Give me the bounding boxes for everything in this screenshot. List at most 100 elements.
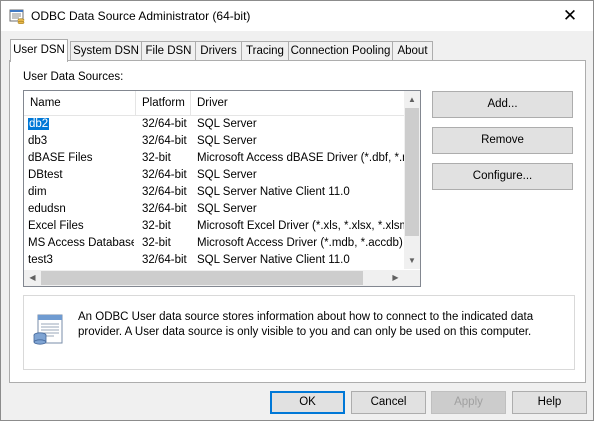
configure-button[interactable]: Configure... — [432, 163, 573, 190]
list-cell-text: SQL Server — [197, 203, 257, 215]
list-cell-driver: Microsoft Excel Driver (*.xls, *.xlsx, *… — [197, 218, 404, 235]
tab-drivers[interactable]: Drivers — [195, 41, 242, 61]
list-cell-name: db2 — [28, 116, 134, 133]
odbc-app-icon — [9, 9, 25, 24]
list-cell-text: edudsn — [28, 203, 66, 215]
list-cell-platform: 32/64-bit — [142, 201, 194, 218]
list-cell-name: edudsn — [28, 201, 134, 218]
tab-connection-pooling[interactable]: Connection Pooling — [288, 41, 393, 61]
list-rows: db2 32/64-bit SQL Server db3 32/64-bit SQL Se… — [24, 116, 404, 271]
list-cell-platform: 32-bit — [142, 235, 194, 252]
list-cell-platform: 32-bit — [142, 218, 194, 235]
scroll-up-arrow-icon[interactable]: ▲ — [404, 91, 420, 108]
tab-user-dsn[interactable]: User DSN — [10, 39, 68, 62]
list-cell-driver: SQL Server Native Client 11.0 — [197, 184, 404, 201]
list-cell-driver: SQL Server — [197, 133, 404, 150]
list-cell-text: dim — [28, 186, 47, 198]
window-title: ODBC Data Source Administrator (64-bit) — [31, 9, 251, 23]
list-cell-driver: Microsoft Access dBASE Driver (*.dbf, *.… — [197, 150, 404, 167]
list-item[interactable]: DBtest 32/64-bit SQL Server — [24, 167, 404, 184]
column-header-name[interactable]: Name — [24, 91, 136, 115]
list-item[interactable]: dBASE Files 32-bit Microsoft Access dBASE … — [24, 150, 404, 167]
list-cell-name: Excel Files — [28, 218, 134, 235]
list-cell-platform: 32/64-bit — [142, 116, 194, 133]
list-cell-platform: 32-bit — [142, 150, 194, 167]
list-cell-platform: 32/64-bit — [142, 252, 194, 269]
apply-button[interactable]: Apply — [431, 391, 506, 414]
list-cell-text: SQL Server Native Client 11.0 — [197, 254, 350, 266]
tab-about[interactable]: About — [392, 41, 433, 61]
scroll-down-arrow-icon[interactable]: ▼ — [404, 252, 420, 269]
list-cell-text: db3 — [28, 135, 48, 147]
scroll-right-arrow-icon[interactable]: ▶ — [387, 270, 404, 286]
list-item[interactable]: db2 32/64-bit SQL Server — [24, 116, 404, 133]
list-cell-text: Microsoft Excel Driver (*.xls, *.xlsx, *… — [197, 220, 404, 232]
add-button[interactable]: Add... — [432, 91, 573, 118]
list-cell-text: 32/64-bit — [142, 169, 187, 181]
list-item[interactable]: Excel Files 32-bit Microsoft Excel Driver … — [24, 218, 404, 235]
ok-button[interactable]: OK — [270, 391, 345, 414]
list-cell-platform: 32/64-bit — [142, 133, 194, 150]
vertical-scroll-thumb[interactable] — [405, 108, 419, 236]
list-cell-text: 32/64-bit — [142, 135, 187, 147]
list-cell-text: 32-bit — [142, 152, 171, 164]
list-cell-text: 32-bit — [142, 237, 171, 249]
list-cell-text: SQL Server — [197, 169, 257, 181]
horizontal-scroll-thumb[interactable] — [41, 271, 363, 285]
close-icon: ✕ — [562, 6, 578, 25]
list-cell-text: test3 — [28, 254, 53, 266]
title-bar[interactable]: ODBC Data Source Administrator (64-bit) … — [1, 1, 593, 31]
vertical-scrollbar[interactable]: ▲ ▼ — [404, 91, 420, 269]
cancel-button[interactable]: Cancel — [351, 391, 426, 414]
list-cell-name: dim — [28, 184, 134, 201]
close-button[interactable]: ✕ — [547, 1, 593, 31]
list-cell-text: SQL Server Native Client 11.0 — [197, 186, 350, 198]
list-cell-text: Microsoft Access Driver (*.mdb, *.accdb) — [197, 237, 403, 249]
user-data-sources-list[interactable]: Name Platform Driver db2 32/64-bit SQL Ser… — [23, 90, 421, 287]
list-item[interactable]: edudsn 32/64-bit SQL Server — [24, 201, 404, 218]
list-cell-text: 32-bit — [142, 220, 171, 232]
tab-tracing[interactable]: Tracing — [241, 41, 289, 61]
list-cell-text: 32/64-bit — [142, 186, 187, 198]
list-cell-text: SQL Server — [197, 135, 257, 147]
list-item[interactable]: MS Access Database 32-bit Microsoft Access… — [24, 235, 404, 252]
scroll-left-arrow-icon[interactable]: ◀ — [24, 270, 41, 286]
list-cell-text: 32/64-bit — [142, 118, 187, 130]
help-button[interactable]: Help — [512, 391, 587, 414]
list-cell-text: Microsoft Access dBASE Driver (*.dbf, *.… — [197, 152, 404, 164]
list-cell-driver: SQL Server Native Client 11.0 — [197, 252, 404, 269]
column-header-driver[interactable]: Driver — [191, 91, 404, 115]
list-cell-driver: SQL Server — [197, 116, 404, 133]
list-cell-text: MS Access Database — [28, 237, 134, 249]
list-cell-text: DBtest — [28, 169, 63, 181]
data-source-icon — [33, 314, 63, 345]
list-cell-name: DBtest — [28, 167, 134, 184]
list-item[interactable]: db3 32/64-bit SQL Server — [24, 133, 404, 150]
list-cell-name: db3 — [28, 133, 134, 150]
list-cell-text: Excel Files — [28, 220, 84, 232]
list-item[interactable]: test3 32/64-bit SQL Server Native Client 1… — [24, 252, 404, 269]
list-cell-text: 32/64-bit — [142, 254, 187, 266]
tab-file-dsn[interactable]: File DSN — [141, 41, 196, 61]
list-cell-driver: SQL Server — [197, 167, 404, 184]
scrollbar-corner — [404, 270, 420, 286]
list-cell-name: test3 — [28, 252, 134, 269]
odbc-dialog-window: ODBC Data Source Administrator (64-bit) … — [0, 0, 594, 421]
tab-system-dsn[interactable]: System DSN — [70, 41, 142, 61]
list-cell-text: SQL Server — [197, 118, 257, 130]
list-cell-text: dBASE Files — [28, 152, 93, 164]
list-cell-text: db2 — [28, 117, 51, 131]
list-cell-platform: 32/64-bit — [142, 167, 194, 184]
list-cell-text: 32/64-bit — [142, 203, 187, 215]
list-cell-name: dBASE Files — [28, 150, 134, 167]
horizontal-scrollbar[interactable]: ◀ ▶ — [24, 270, 404, 286]
column-header-platform[interactable]: Platform — [136, 91, 191, 115]
remove-button[interactable]: Remove — [432, 127, 573, 154]
list-cell-platform: 32/64-bit — [142, 184, 194, 201]
info-description: An ODBC User data source stores informat… — [78, 311, 534, 338]
list-cell-driver: SQL Server — [197, 201, 404, 218]
info-box: An ODBC User data source stores informat… — [23, 295, 575, 370]
user-data-sources-label: User Data Sources: — [23, 71, 124, 83]
list-item[interactable]: dim 32/64-bit SQL Server Native Client 11.… — [24, 184, 404, 201]
list-cell-name: MS Access Database — [28, 235, 134, 252]
